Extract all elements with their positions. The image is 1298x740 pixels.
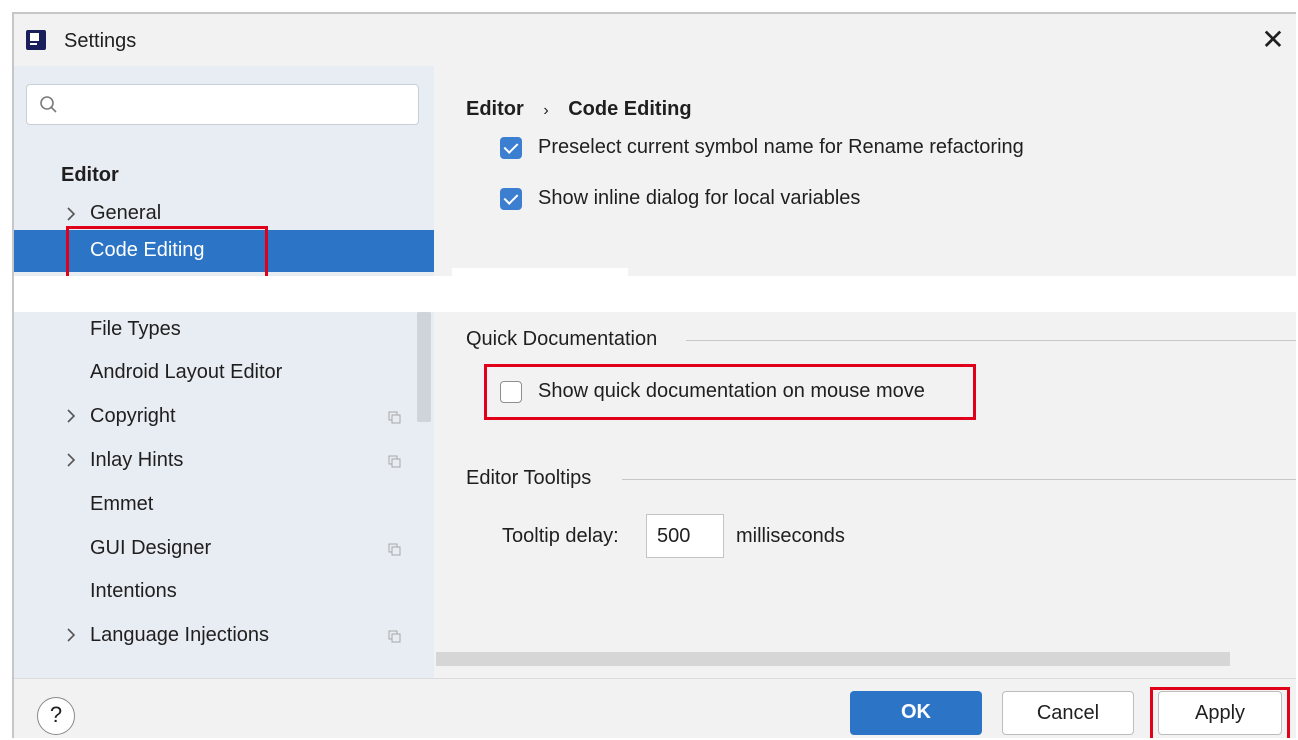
sidebar-item-copyright[interactable]: Copyright — [14, 396, 434, 436]
apply-button[interactable]: Apply — [1158, 691, 1282, 735]
breadcrumb-current: Code Editing — [568, 98, 692, 120]
checkbox-label: Preselect current symbol name for Rename… — [538, 136, 1024, 158]
checkbox-inline-dialog[interactable]: Show inline dialog for local variables — [500, 181, 1260, 217]
separator — [686, 340, 1296, 341]
settings-content: Editor › Code Editing Preselect current … — [434, 66, 1296, 678]
tooltip-delay-input[interactable]: 500 — [646, 514, 724, 558]
copy-icon — [388, 543, 401, 556]
settings-dialog: Settings ✕ Editor General Code Editing F… — [12, 12, 1296, 738]
breadcrumb-root[interactable]: Editor — [466, 98, 524, 120]
sidebar-item-inlay-hints[interactable]: Inlay Hints — [14, 440, 434, 480]
checkbox-label: Show inline dialog for local variables — [538, 187, 861, 209]
sidebar-item-emmet[interactable]: Emmet — [90, 493, 153, 516]
sidebar-item-label: Language Injections — [90, 624, 270, 646]
sidebar-item-label: General — [90, 202, 162, 224]
ok-button[interactable]: OK — [850, 691, 982, 735]
chevron-right-icon — [67, 207, 76, 221]
copy-icon — [388, 630, 401, 643]
settings-sidebar: Editor General Code Editing File Types A… — [14, 66, 434, 678]
search-input[interactable] — [26, 84, 419, 125]
sidebar-section-editor[interactable]: Editor — [61, 164, 119, 187]
window-title: Settings — [64, 30, 137, 52]
checkbox-checked[interactable] — [500, 188, 522, 210]
checkbox-label: Show quick documentation on mouse move — [538, 380, 925, 402]
chevron-right-icon — [67, 628, 76, 642]
app-icon — [26, 30, 46, 50]
sidebar-item-gui-designer[interactable]: GUI Designer — [14, 528, 434, 568]
overlay-band — [14, 276, 1296, 312]
close-icon[interactable]: ✕ — [1257, 24, 1289, 56]
dialog-footer: ? OK Cancel Apply — [14, 678, 1296, 738]
sidebar-item-language-injections[interactable]: Language Injections — [14, 615, 434, 655]
cancel-button[interactable]: Cancel — [1002, 691, 1134, 735]
help-button[interactable]: ? — [37, 697, 75, 735]
copy-icon — [388, 455, 401, 468]
search-icon — [40, 96, 57, 113]
sidebar-item-label: Inlay Hints — [90, 449, 184, 471]
chevron-right-icon — [67, 409, 76, 423]
copy-icon — [388, 411, 401, 424]
breadcrumb: Editor › Code Editing — [466, 98, 692, 121]
title-bar: Settings ✕ — [14, 14, 1296, 66]
separator — [622, 479, 1296, 480]
checkbox-unchecked[interactable] — [500, 381, 522, 403]
sidebar-item-intentions[interactable]: Intentions — [90, 580, 177, 603]
checkbox-preselect-symbol[interactable]: Preselect current symbol name for Rename… — [500, 130, 1260, 166]
sidebar-item-label: Copyright — [90, 405, 176, 427]
content-horizontal-scrollbar[interactable] — [436, 652, 1230, 666]
sidebar-item-android-layout-editor[interactable]: Android Layout Editor — [90, 361, 282, 384]
tooltip-delay-label: Tooltip delay: — [502, 525, 619, 547]
sidebar-item-file-types[interactable]: File Types — [90, 318, 181, 341]
quick-documentation-title: Quick Documentation — [466, 328, 658, 350]
checkbox-checked[interactable] — [500, 137, 522, 159]
breadcrumb-separator-icon: › — [543, 102, 549, 119]
editor-tooltips-title: Editor Tooltips — [466, 467, 592, 489]
checkbox-quick-doc-mouse-move[interactable]: Show quick documentation on mouse move — [500, 372, 970, 412]
tooltip-delay-unit: milliseconds — [736, 525, 845, 547]
chevron-right-icon — [67, 453, 76, 467]
sidebar-item-label: GUI Designer — [90, 537, 212, 559]
highlight-box-code-editing — [66, 226, 268, 280]
